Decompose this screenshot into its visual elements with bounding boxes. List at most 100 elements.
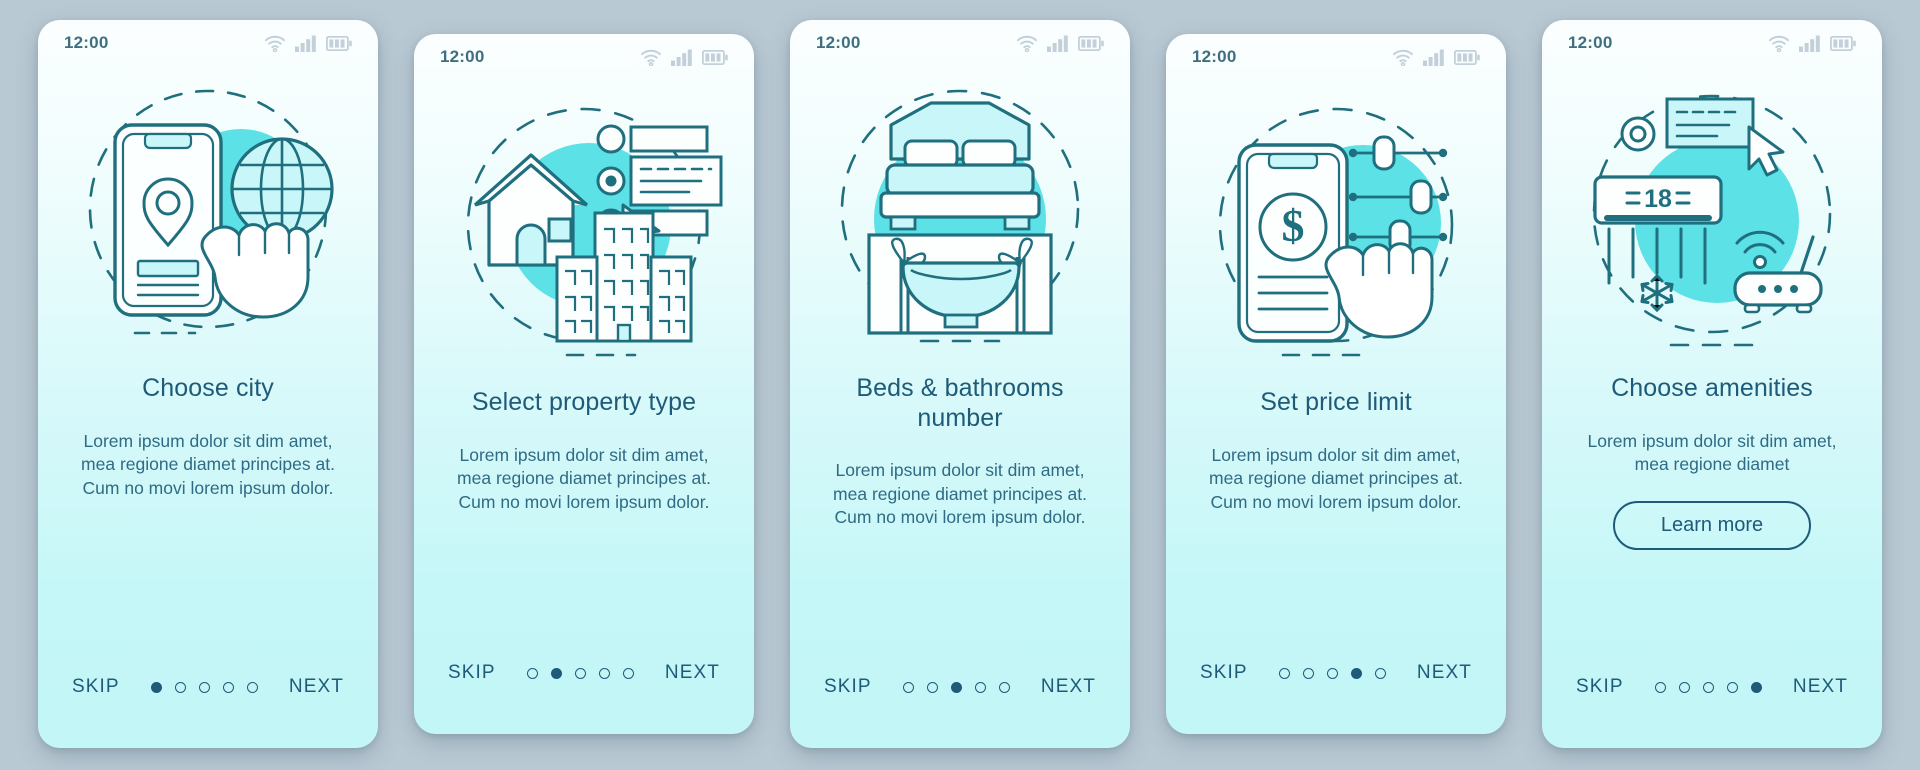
status-bar-icons: [1016, 35, 1104, 52]
battery-icon: [326, 35, 352, 51]
wifi-icon: [640, 49, 662, 66]
status-bar: 12:00: [414, 34, 754, 80]
battery-icon: [1078, 35, 1104, 51]
pagination-dot[interactable]: [950, 681, 962, 693]
cellular-signal-icon: [1047, 35, 1069, 52]
onboarding-screen-select-property-type: 12:00 Select property type Lorem ipsum d…: [414, 34, 754, 734]
illustration-phone-dollar-sliders-hand: $: [1166, 80, 1506, 370]
screen-text-block: Set price limit Lorem ipsum dolor sit di…: [1166, 370, 1506, 638]
pagination-dot[interactable]: [1326, 667, 1338, 679]
skip-button[interactable]: SKIP: [448, 662, 496, 684]
cellular-signal-icon: [671, 49, 693, 66]
cellular-signal-icon: [1423, 49, 1445, 66]
pagination-dot[interactable]: [246, 681, 258, 693]
onboarding-screens-stage: 12:00 Choose city Lorem ipsum dolor sit …: [0, 0, 1920, 770]
pagination-dots: [1278, 667, 1386, 679]
onboarding-screen-choose-amenities: 12:00 18 Choose amenities Lorem ipsum do…: [1542, 20, 1882, 748]
page-title: Choose amenities: [1611, 374, 1813, 402]
pagination-dot[interactable]: [222, 681, 234, 693]
pagination-dot[interactable]: [1750, 681, 1762, 693]
illustration-phone-location-globe-hand: [38, 66, 378, 356]
onboarding-screen-choose-city: 12:00 Choose city Lorem ipsum dolor sit …: [38, 20, 378, 748]
pagination-dots: [150, 681, 258, 693]
status-bar: 12:00: [1542, 20, 1882, 66]
status-bar-icons: [1392, 49, 1480, 66]
svg-text:$: $: [1282, 200, 1305, 251]
next-button[interactable]: NEXT: [1041, 676, 1096, 698]
status-bar-icons: [1768, 35, 1856, 52]
pagination-dot[interactable]: [926, 681, 938, 693]
wifi-icon: [264, 35, 286, 52]
onboarding-footer-nav: SKIP NEXT: [1542, 652, 1882, 748]
pagination-dot[interactable]: [198, 681, 210, 693]
wifi-icon: [1392, 49, 1414, 66]
screen-text-block: Select property type Lorem ipsum dolor s…: [414, 370, 754, 638]
pagination-dots: [1654, 681, 1762, 693]
pagination-dot[interactable]: [1278, 667, 1290, 679]
pagination-dot[interactable]: [1726, 681, 1738, 693]
screen-text-block: Beds & bathrooms number Lorem ipsum dolo…: [790, 356, 1130, 652]
ac-temperature-value: 18: [1644, 185, 1672, 213]
pagination-dot[interactable]: [598, 667, 610, 679]
battery-icon: [1454, 49, 1480, 65]
page-description: Lorem ipsum dolor sit dim amet, mea regi…: [81, 430, 335, 498]
status-bar: 12:00: [38, 20, 378, 66]
page-title: Select property type: [471, 388, 697, 416]
pagination-dot[interactable]: [1374, 667, 1386, 679]
pagination-dot[interactable]: [1678, 681, 1690, 693]
pagination-dot[interactable]: [1350, 667, 1362, 679]
page-title: Set price limit: [1260, 388, 1412, 416]
status-bar-clock: 12:00: [1192, 47, 1237, 66]
page-description: Lorem ipsum dolor sit dim amet, mea regi…: [833, 460, 1087, 528]
page-title: Beds & bathrooms number: [856, 374, 1064, 432]
onboarding-screen-set-price-limit: 12:00 $ Set price limit Lorem ipsum dolo…: [1166, 34, 1506, 734]
page-description: Lorem ipsum dolor sit dim amet, mea regi…: [457, 444, 711, 512]
next-button[interactable]: NEXT: [289, 676, 344, 698]
pagination-dots: [526, 667, 634, 679]
illustration-air-conditioner-router-snowflake: 18: [1542, 66, 1882, 356]
pagination-dot[interactable]: [1302, 667, 1314, 679]
status-bar-icons: [264, 35, 352, 52]
onboarding-footer-nav: SKIP NEXT: [414, 638, 754, 734]
status-bar-clock: 12:00: [1568, 33, 1613, 52]
onboarding-footer-nav: SKIP NEXT: [1166, 638, 1506, 734]
battery-icon: [702, 49, 728, 65]
pagination-dot[interactable]: [526, 667, 538, 679]
onboarding-footer-nav: SKIP NEXT: [790, 652, 1130, 748]
skip-button[interactable]: SKIP: [1576, 676, 1624, 698]
wifi-icon: [1768, 35, 1790, 52]
pagination-dot[interactable]: [550, 667, 562, 679]
page-description: Lorem ipsum dolor sit dim amet, mea regi…: [1209, 444, 1463, 512]
status-bar-clock: 12:00: [816, 33, 861, 52]
status-bar-clock: 12:00: [64, 33, 109, 52]
skip-button[interactable]: SKIP: [824, 676, 872, 698]
wifi-icon: [1016, 35, 1038, 52]
pagination-dot[interactable]: [622, 667, 634, 679]
pagination-dot[interactable]: [150, 681, 162, 693]
pagination-dot[interactable]: [174, 681, 186, 693]
next-button[interactable]: NEXT: [665, 662, 720, 684]
pagination-dot[interactable]: [998, 681, 1010, 693]
pagination-dot[interactable]: [902, 681, 914, 693]
skip-button[interactable]: SKIP: [72, 676, 120, 698]
screen-text-block: Choose city Lorem ipsum dolor sit dim am…: [38, 356, 378, 652]
cellular-signal-icon: [1799, 35, 1821, 52]
learn-more-button[interactable]: Learn more: [1612, 500, 1812, 550]
pagination-dot[interactable]: [974, 681, 986, 693]
page-title: Choose city: [142, 374, 274, 402]
pagination-dot[interactable]: [1654, 681, 1666, 693]
status-bar-icons: [640, 49, 728, 66]
skip-button[interactable]: SKIP: [1200, 662, 1248, 684]
page-description: Lorem ipsum dolor sit dim amet, mea regi…: [1587, 430, 1837, 475]
onboarding-screen-beds-bathrooms-number: 12:00 Beds & bathrooms number Lorem ipsu…: [790, 20, 1130, 748]
pagination-dot[interactable]: [1702, 681, 1714, 693]
next-button[interactable]: NEXT: [1793, 676, 1848, 698]
pagination-dot[interactable]: [574, 667, 586, 679]
screen-text-block: Choose amenities Lorem ipsum dolor sit d…: [1542, 356, 1882, 652]
status-bar: 12:00: [790, 20, 1130, 66]
next-button[interactable]: NEXT: [1417, 662, 1472, 684]
status-bar: 12:00: [1166, 34, 1506, 80]
pagination-dots: [902, 681, 1010, 693]
illustration-bed-bathtub-plants: [790, 66, 1130, 356]
cellular-signal-icon: [295, 35, 317, 52]
